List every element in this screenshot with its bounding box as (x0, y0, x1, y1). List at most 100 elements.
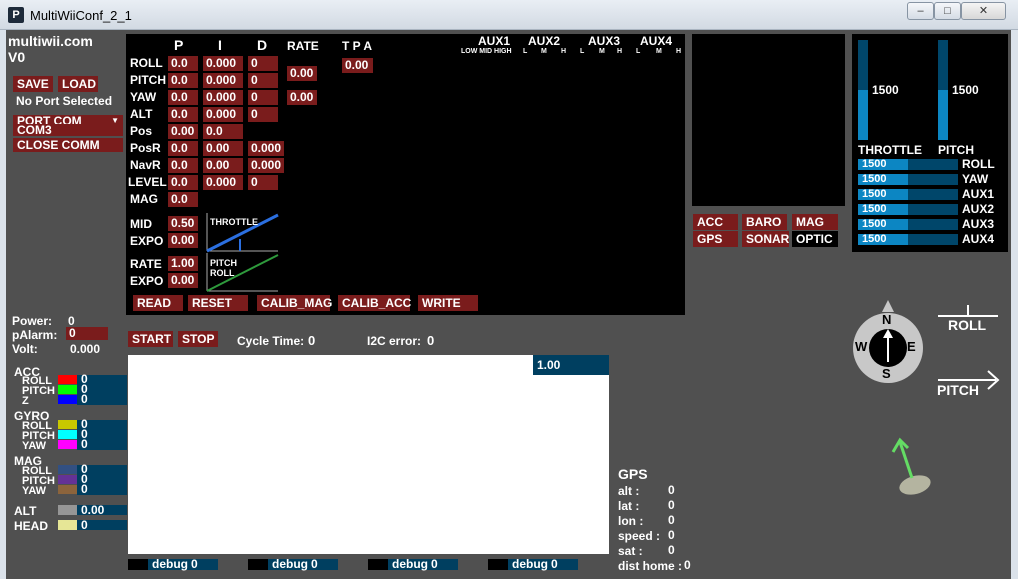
pid-roll-i[interactable]: 0.000 (203, 56, 243, 71)
maximize-button[interactable]: □ (934, 2, 961, 20)
rc-bar-value: 1500 (862, 203, 887, 215)
aux1-subheader: LOW MID HIGH (461, 48, 512, 55)
rc-bar-value: 1500 (862, 233, 887, 245)
pid-roll-d[interactable]: 0 (248, 56, 278, 71)
aux1-header: AUX1 (478, 34, 511, 48)
pid-yaw-i[interactable]: 0.000 (203, 90, 243, 105)
pid-mag-p[interactable]: 0.0 (168, 192, 198, 207)
throttle-expo[interactable]: 0.00 (168, 233, 198, 248)
minimize-button[interactable]: ‒ (907, 2, 934, 20)
com3-option[interactable]: COM3 (13, 124, 123, 136)
rc-rate[interactable]: 1.00 (168, 256, 198, 271)
gyro-yaw-swatch[interactable] (58, 440, 77, 449)
graph-scale-slider[interactable]: 1.00 (533, 355, 609, 375)
pid-row-mag-label: MAG (130, 192, 158, 206)
pid-yaw-p[interactable]: 0.0 (168, 90, 198, 105)
head-label: HEAD (14, 519, 49, 533)
rc-bar-label-roll: ROLL (962, 157, 995, 171)
gps-alt-label: alt : (618, 484, 640, 498)
volt-value: 0.000 (70, 342, 101, 356)
debug1-value: 0 (191, 557, 198, 571)
pid-yaw-d[interactable]: 0 (248, 90, 278, 105)
debug1-swatch[interactable] (128, 559, 148, 570)
tpa-field[interactable]: 0.00 (342, 58, 373, 73)
pid-header-tpa: T P A (342, 39, 373, 53)
pid-alt-i[interactable]: 0.000 (203, 107, 243, 122)
read-button[interactable]: READ (133, 295, 183, 311)
pid-navr-d[interactable]: 0.000 (248, 158, 284, 173)
reset-button[interactable]: RESET (188, 295, 248, 311)
pid-roll-p[interactable]: 0.0 (168, 56, 198, 71)
pid-level-p[interactable]: 0.0 (168, 175, 198, 190)
pid-pos-p[interactable]: 0.00 (168, 124, 198, 139)
pid-level-i[interactable]: 0.000 (203, 175, 243, 190)
rc-bar-value: 1500 (862, 218, 887, 230)
debug3-label: debug (392, 557, 428, 571)
stop-button[interactable]: STOP (178, 331, 218, 347)
save-button[interactable]: SAVE (13, 76, 53, 92)
pid-posr-i[interactable]: 0.00 (203, 141, 243, 156)
roll-indicator-label: ROLL (948, 317, 987, 333)
pid-navr-p[interactable]: 0.0 (168, 158, 198, 173)
pid-row-pitch-label: PITCH (130, 73, 166, 87)
palarm-label: pAlarm: (12, 328, 58, 342)
acc-z-swatch[interactable] (58, 395, 77, 404)
throttle-mid[interactable]: 0.50 (168, 216, 198, 231)
mag-yaw-swatch[interactable] (58, 485, 77, 494)
i2c-error-label: I2C error: (367, 334, 422, 348)
throttle-bar-fill (858, 90, 868, 140)
rc-bar-value: 1500 (862, 158, 887, 170)
pid-row-roll-label: ROLL (130, 56, 163, 70)
rc-bar-roll: 1500 (858, 158, 958, 170)
pid-pitch-i[interactable]: 0.000 (203, 73, 243, 88)
acc-pitch-swatch[interactable] (58, 385, 77, 394)
pid-header-rate: RATE (287, 39, 319, 53)
pid-row-yaw-label: YAW (130, 90, 157, 104)
close-comm-button[interactable]: CLOSE COMM (13, 138, 123, 152)
debug3-swatch[interactable] (368, 559, 388, 570)
aux3-sub-m: M (599, 48, 605, 55)
sensor-optic: OPTIC (792, 231, 838, 247)
calib-mag-button[interactable]: CALIB_MAG (257, 295, 332, 311)
acc-roll-swatch[interactable] (58, 375, 77, 384)
gyro-roll-swatch[interactable] (58, 420, 77, 429)
rc-bar-label-aux1: AUX1 (962, 187, 995, 201)
pid-alt-d[interactable]: 0 (248, 107, 278, 122)
pid-pos-i[interactable]: 0.0 (203, 124, 243, 139)
gyro-pitch-swatch[interactable] (58, 430, 77, 439)
palarm-field[interactable]: 0 (66, 327, 108, 340)
aux4-sub-l: L (636, 48, 641, 55)
port-status: No Port Selected (16, 94, 113, 108)
pid-pitch-p[interactable]: 0.0 (168, 73, 198, 88)
gps-dist-home-value: 0 (684, 558, 691, 572)
debug4-swatch[interactable] (488, 559, 508, 570)
pid-level-d[interactable]: 0 (248, 175, 278, 190)
debug2-swatch[interactable] (248, 559, 268, 570)
gps-lat-value: 0 (668, 498, 675, 512)
rate-roll-pitch[interactable]: 0.00 (287, 66, 317, 81)
mag-roll-swatch[interactable] (58, 465, 77, 474)
rc-expo[interactable]: 0.00 (168, 273, 198, 288)
aux4-sub-h: H (676, 48, 682, 55)
close-window-button[interactable]: ✕ (961, 2, 1006, 20)
pid-navr-i[interactable]: 0.00 (203, 158, 243, 173)
alt-swatch[interactable] (58, 505, 77, 515)
write-button[interactable]: WRITE (418, 295, 478, 311)
pid-posr-p[interactable]: 0.0 (168, 141, 198, 156)
pid-alt-p[interactable]: 0.0 (168, 107, 198, 122)
pitch-bar (938, 40, 948, 140)
acc-z-value: 0 (81, 392, 88, 406)
calib-acc-button[interactable]: CALIB_ACC (338, 295, 411, 311)
mag-pitch-swatch[interactable] (58, 475, 77, 484)
head-swatch[interactable] (58, 520, 77, 530)
gps-sat-value: 0 (668, 543, 675, 557)
start-button[interactable]: START (128, 331, 173, 347)
debug4-value: 0 (551, 557, 558, 571)
pid-pitch-d[interactable]: 0 (248, 73, 278, 88)
rate-yaw[interactable]: 0.00 (287, 90, 317, 105)
pid-posr-d[interactable]: 0.000 (248, 141, 284, 156)
load-button[interactable]: LOAD (58, 76, 98, 92)
rc-bar-label-yaw: YAW (962, 172, 989, 186)
aux3-sub-l: L (580, 48, 585, 55)
rc-bar-yaw: 1500 (858, 173, 958, 185)
